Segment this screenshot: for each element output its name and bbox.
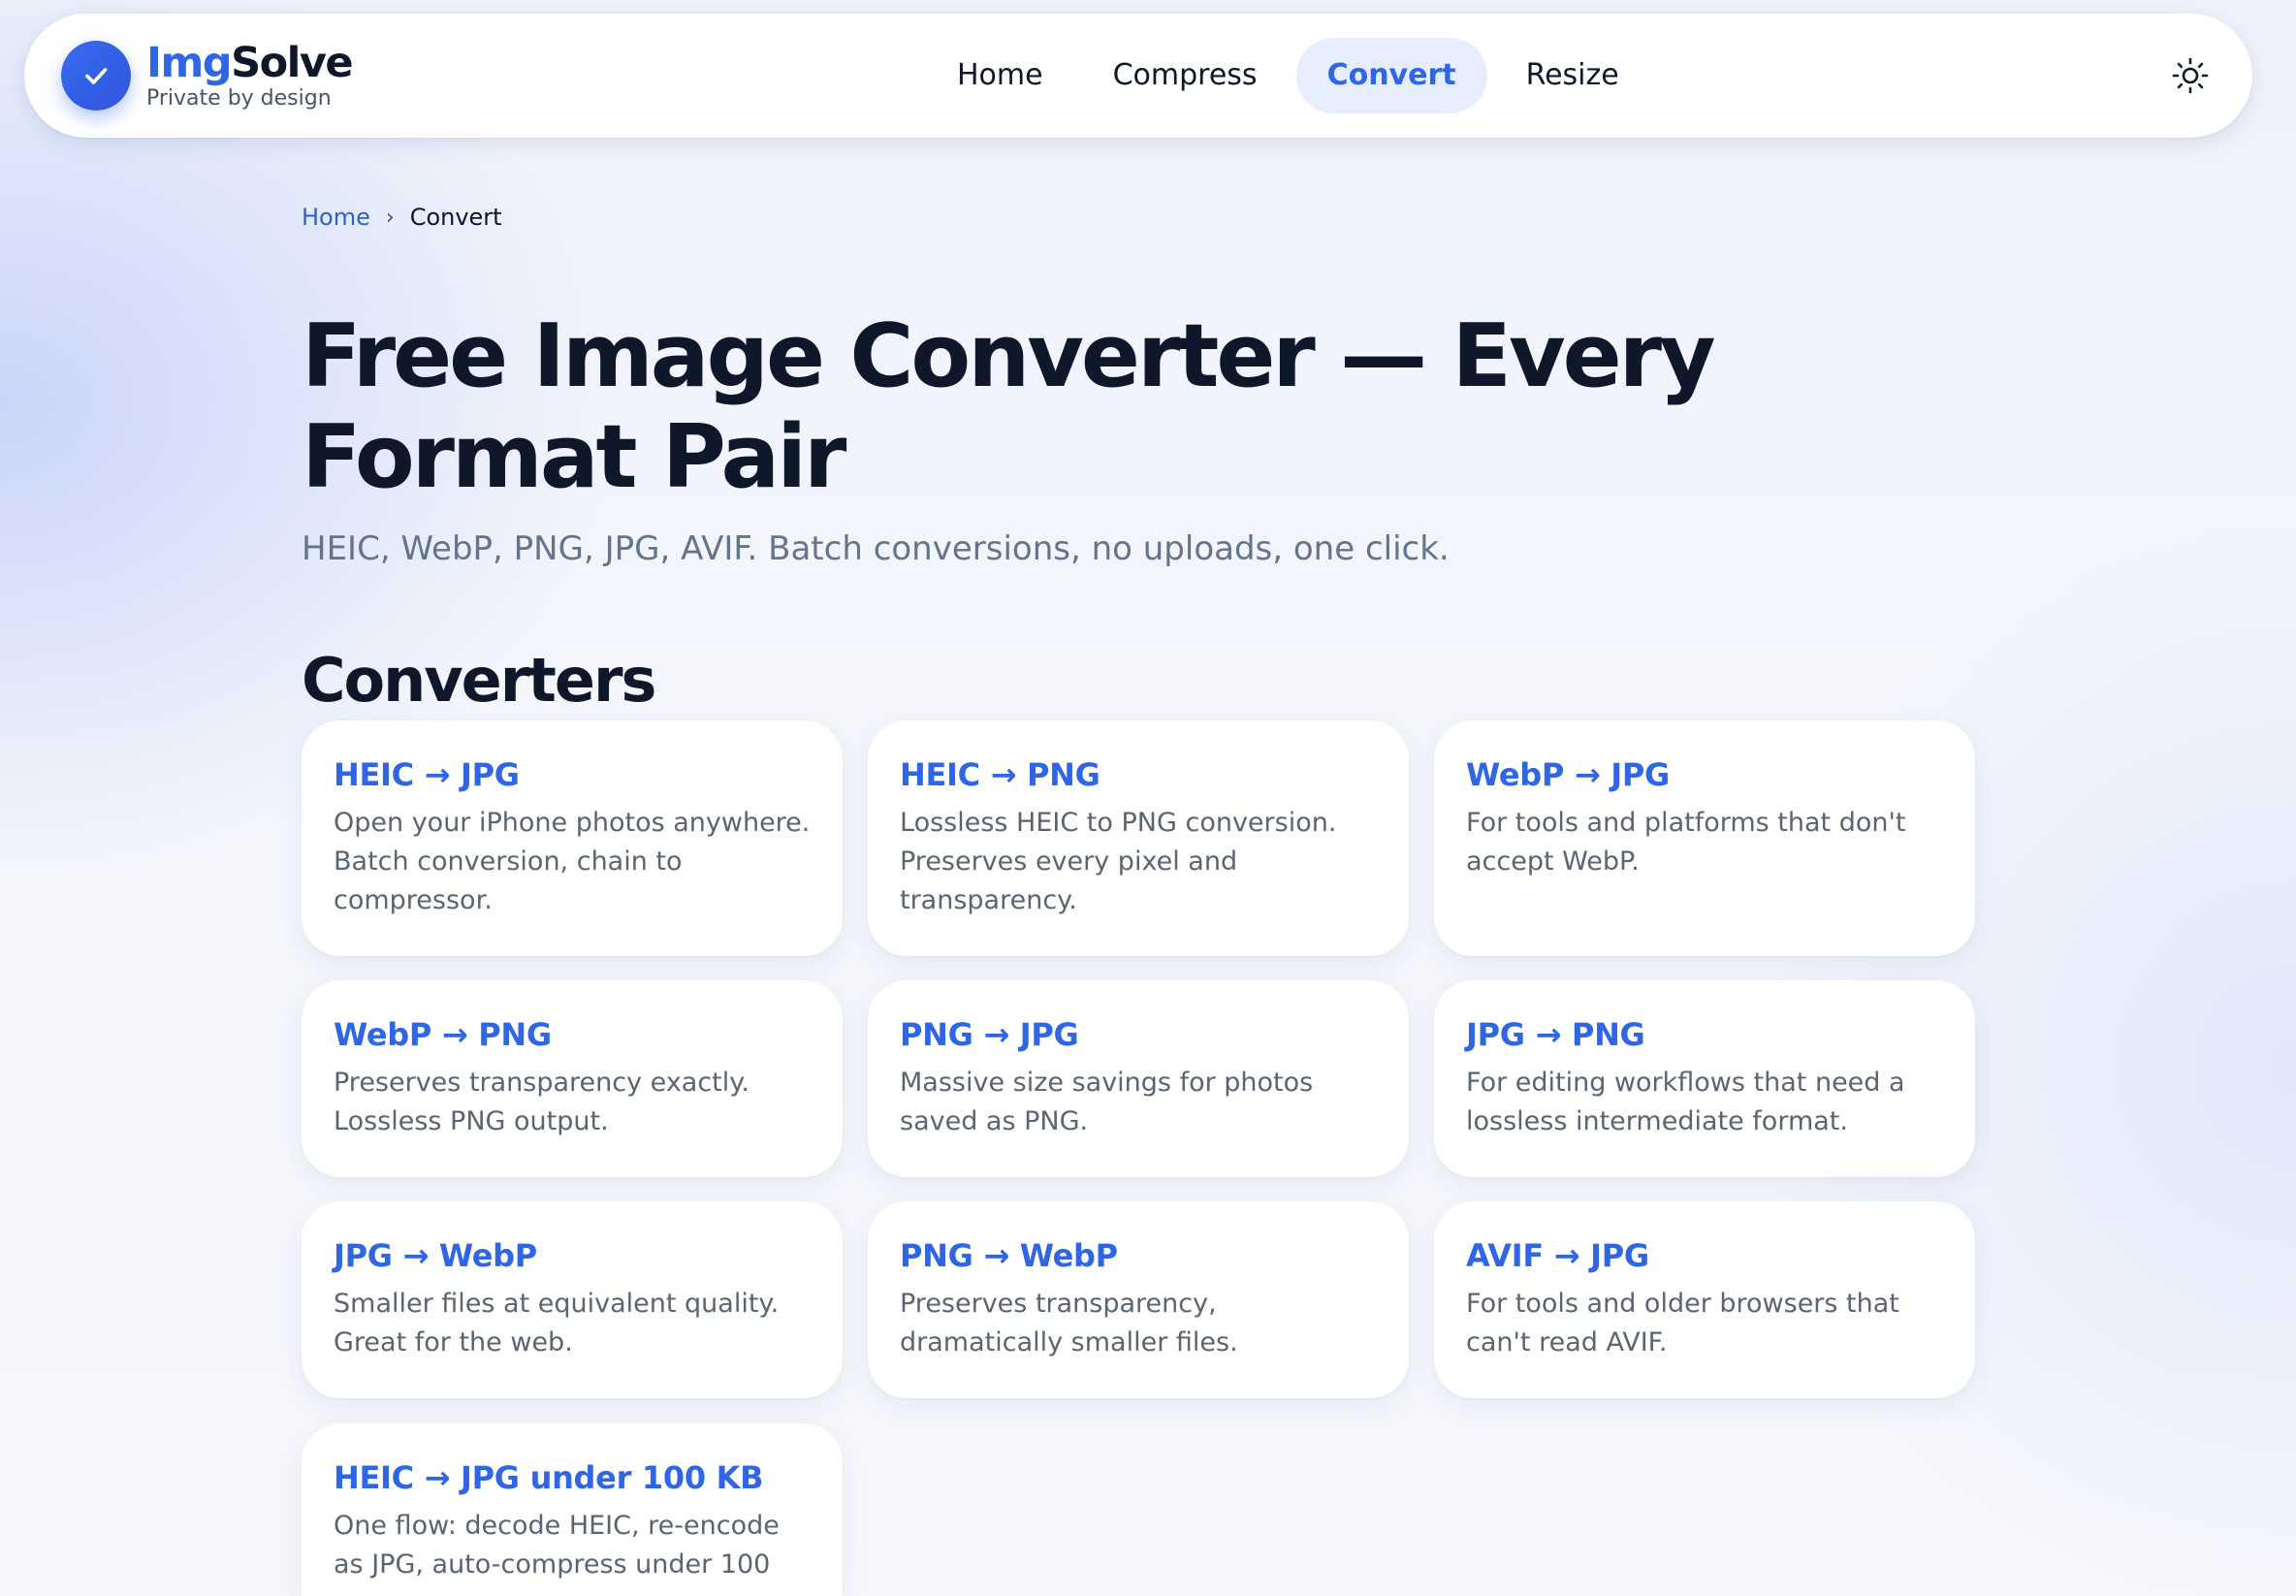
nav-link-compress[interactable]: Compress bbox=[1082, 38, 1289, 113]
converter-card-description: Smaller files at equivalent quality. Gre… bbox=[334, 1289, 780, 1357]
converter-card-webp-jpg[interactable]: WebP → JPG For tools and platforms that … bbox=[1434, 720, 1975, 956]
converter-card-heic-png[interactable]: HEIC → PNG Lossless HEIC to PNG conversi… bbox=[868, 720, 1409, 956]
converter-card-png-webp[interactable]: PNG → WebP Preserves transparency, drama… bbox=[868, 1201, 1409, 1398]
nav-link-home[interactable]: Home bbox=[926, 38, 1074, 113]
converter-card-title: WebP → JPG bbox=[1466, 756, 1670, 793]
converter-card-jpg-webp[interactable]: JPG → WebP Smaller files at equivalent q… bbox=[302, 1201, 843, 1398]
brand-name-part2: Solve bbox=[231, 39, 353, 87]
brand-name: ImgSolve bbox=[146, 39, 354, 87]
converter-card-description: For tools and older browsers that can't … bbox=[1466, 1289, 1899, 1357]
converter-card-description: Lossless HEIC to PNG conversion. Preserv… bbox=[900, 808, 1337, 915]
breadcrumb-home-link[interactable]: Home bbox=[302, 204, 370, 231]
converter-card-title: AVIF → JPG bbox=[1466, 1237, 1649, 1274]
page-title: Free Image Converter — Every Format Pair bbox=[302, 305, 1716, 508]
converter-card-heic-jpg-under-100kb[interactable]: HEIC → JPG under 100 KB One flow: decode… bbox=[302, 1423, 843, 1596]
converter-card-png-jpg[interactable]: PNG → JPG Massive size savings for photo… bbox=[868, 980, 1409, 1177]
converter-card-description: One flow: decode HEIC, re-encode as JPG,… bbox=[334, 1511, 780, 1580]
site-header: ImgSolve Private by design Home Compress… bbox=[24, 14, 2252, 138]
converter-card-title: HEIC → JPG bbox=[334, 756, 520, 793]
converter-card-title: WebP → PNG bbox=[334, 1016, 552, 1053]
converter-card-jpg-png[interactable]: JPG → PNG For editing workflows that nee… bbox=[1434, 980, 1975, 1177]
brand-tagline: Private by design bbox=[146, 86, 332, 111]
converter-card-description: Massive size savings for photos saved as… bbox=[900, 1068, 1314, 1136]
theme-toggle-button[interactable] bbox=[2163, 48, 2217, 103]
sun-icon bbox=[2171, 56, 2210, 95]
converter-card-title: PNG → WebP bbox=[900, 1237, 1118, 1274]
breadcrumb-separator: › bbox=[385, 205, 395, 230]
check-icon bbox=[61, 41, 131, 111]
brand-logo-link[interactable]: ImgSolve Private by design bbox=[61, 39, 354, 112]
brand-name-part1: Img bbox=[146, 39, 233, 87]
main-nav: Home Compress Convert Resize bbox=[926, 38, 1658, 113]
brand-text: ImgSolve Private by design bbox=[146, 39, 354, 112]
converter-card-heic-jpg[interactable]: HEIC → JPG Open your iPhone photos anywh… bbox=[302, 720, 843, 956]
converter-card-description: For editing workflows that need a lossle… bbox=[1466, 1068, 1905, 1136]
converter-card-title: JPG → PNG bbox=[1466, 1016, 1645, 1053]
converter-card-title: JPG → WebP bbox=[334, 1237, 537, 1274]
nav-link-convert[interactable]: Convert bbox=[1295, 38, 1487, 113]
converter-card-title: PNG → JPG bbox=[900, 1016, 1079, 1053]
breadcrumb-current: Convert bbox=[409, 204, 502, 231]
converter-card-webp-png[interactable]: WebP → PNG Preserves transparency exactl… bbox=[302, 980, 843, 1177]
converter-card-description: Preserves transparency, dramatically sma… bbox=[900, 1289, 1238, 1357]
nav-link-resize[interactable]: Resize bbox=[1495, 38, 1650, 113]
page-subtitle: HEIC, WebP, PNG, JPG, AVIF. Batch conver… bbox=[302, 529, 1450, 568]
converter-card-avif-jpg[interactable]: AVIF → JPG For tools and older browsers … bbox=[1434, 1201, 1975, 1398]
converter-card-description: Preserves transparency exactly. Lossless… bbox=[334, 1068, 749, 1136]
breadcrumb: Home › Convert bbox=[302, 194, 1979, 240]
converter-card-description: Open your iPhone photos anywhere. Batch … bbox=[334, 808, 811, 915]
main-content: Home › Convert Free Image Converter — Ev… bbox=[302, 194, 1979, 1596]
converter-card-description: For tools and platforms that don't accep… bbox=[1466, 808, 1906, 877]
section-title-converters: Converters bbox=[302, 645, 656, 716]
converter-card-title: HEIC → PNG bbox=[900, 756, 1100, 793]
converter-card-title: HEIC → JPG under 100 KB bbox=[334, 1459, 764, 1496]
